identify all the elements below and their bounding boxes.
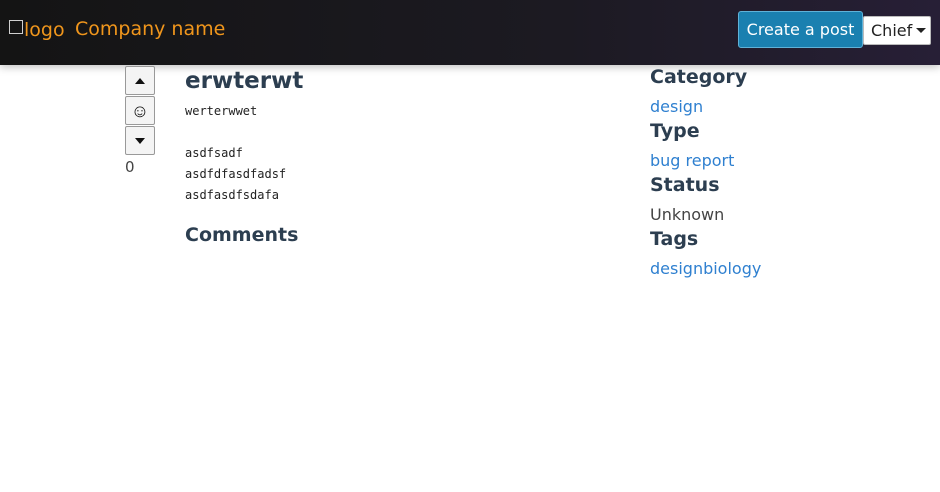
tags-link[interactable]: designbiology — [650, 258, 910, 280]
create-post-button[interactable]: Create a post — [738, 11, 863, 48]
post-body: werterwwet asdfsadf asdfdfasdfadsf asdfa… — [185, 101, 605, 206]
post-body-line — [185, 122, 605, 143]
user-menu-button[interactable]: Chief — [863, 16, 931, 45]
tags-heading: Tags — [650, 228, 699, 250]
type-link[interactable]: bug report — [650, 150, 910, 172]
logo-alt-text: logo — [24, 19, 65, 41]
post-body-line: asdfasdfsdafa — [185, 188, 279, 202]
post-body-line: asdfdfasdfadsf — [185, 167, 287, 181]
post-content: erwterwt werterwwet asdfsadf asdfdfasdfa… — [185, 66, 605, 248]
neutral-vote-button[interactable]: ☺ — [125, 96, 155, 125]
category-heading: Category — [650, 66, 748, 88]
category-link[interactable]: design — [650, 96, 910, 118]
vote-panel: ☺ 0 — [125, 66, 155, 176]
user-menu-label: Chief — [871, 21, 913, 40]
neutral-face-icon: ☺ — [130, 100, 150, 121]
post-body-line: werterwwet — [185, 104, 258, 118]
brand-logo[interactable]: logo — [9, 17, 65, 43]
post-body-line: asdfsadf — [185, 146, 243, 160]
post-metadata-sidebar: Category design Type bug report Status U… — [650, 64, 910, 280]
status-heading: Status — [650, 174, 720, 196]
top-navbar: logo Company name Create a post Chief — [0, 0, 940, 65]
post-title: erwterwt — [185, 68, 304, 94]
upvote-button[interactable] — [125, 66, 155, 95]
company-name[interactable]: Company name — [75, 17, 225, 41]
type-heading: Type — [650, 120, 700, 142]
arrow-up-icon — [135, 77, 145, 84]
downvote-button[interactable] — [125, 126, 155, 155]
status-value: Unknown — [650, 205, 725, 224]
arrow-down-icon — [135, 137, 145, 144]
caret-down-icon — [916, 28, 927, 33]
comments-heading: Comments — [185, 224, 299, 246]
vote-count: 0 — [125, 158, 135, 176]
broken-image-icon — [9, 20, 23, 34]
